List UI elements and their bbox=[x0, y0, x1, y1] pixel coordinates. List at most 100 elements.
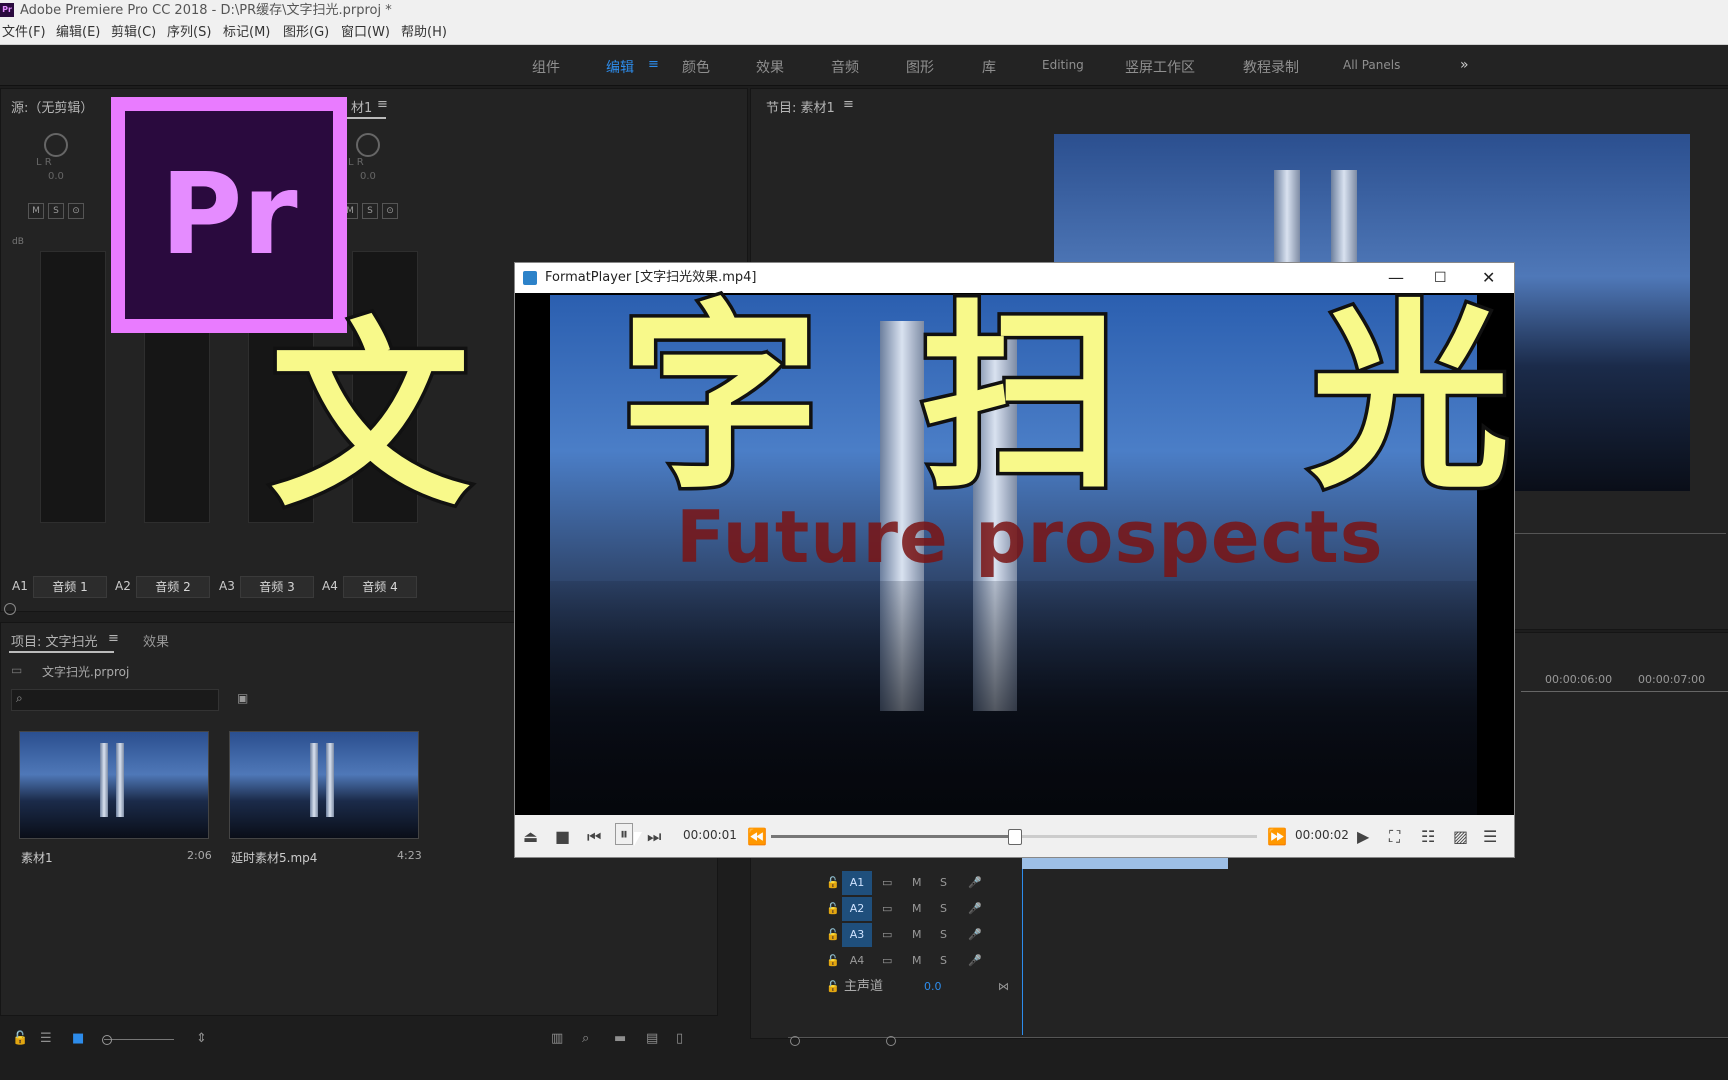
scroll-handle-left[interactable] bbox=[790, 1036, 800, 1046]
track-mute[interactable]: M bbox=[912, 871, 922, 895]
panel-menu-icon[interactable]: ≡ bbox=[108, 631, 119, 646]
timeline-scrollbar[interactable] bbox=[788, 1037, 1728, 1038]
panel-menu-icon[interactable]: ≡ bbox=[377, 97, 388, 112]
icon-view-icon[interactable]: ■ bbox=[72, 1031, 84, 1046]
sort-icon[interactable]: ⇕ bbox=[196, 1031, 207, 1046]
menu-marker[interactable]: 标记(M) bbox=[223, 22, 270, 44]
new-bin-icon[interactable]: ▣ bbox=[237, 691, 248, 705]
track-target-a4[interactable]: A4 bbox=[842, 949, 872, 973]
mic-icon[interactable]: 🎤 bbox=[968, 949, 982, 973]
program-panel-title[interactable]: 节目: 素材1 bbox=[766, 97, 835, 116]
workspace-tab-vertical[interactable]: 竖屏工作区 bbox=[1125, 57, 1195, 77]
record-button[interactable]: ⊙ bbox=[382, 203, 398, 219]
effects-tab[interactable]: 效果 bbox=[143, 631, 169, 650]
mic-icon[interactable]: 🎤 bbox=[968, 897, 982, 921]
track-output-icon[interactable]: ▭ bbox=[882, 871, 892, 895]
track-mute[interactable]: M bbox=[912, 897, 922, 921]
menu-graphics[interactable]: 图形(G) bbox=[283, 22, 329, 44]
lock-icon[interactable]: 🔓 bbox=[826, 902, 840, 915]
seek-handle[interactable] bbox=[1008, 829, 1022, 845]
menu-sequence[interactable]: 序列(S) bbox=[167, 22, 211, 44]
channel-name-3[interactable]: 音频 3 bbox=[240, 576, 314, 598]
channel-name-4[interactable]: 音频 4 bbox=[343, 576, 417, 598]
new-bin-icon[interactable]: ▬ bbox=[614, 1031, 626, 1046]
scroll-handle-right[interactable] bbox=[886, 1036, 896, 1046]
next-icon[interactable]: ⏭ bbox=[647, 827, 661, 847]
mute-button[interactable]: M bbox=[28, 203, 44, 219]
trash-icon[interactable]: ▯ bbox=[676, 1031, 683, 1046]
automate-icon[interactable]: ▥ bbox=[551, 1031, 563, 1046]
collapse-icon[interactable]: ⋈ bbox=[998, 975, 1009, 999]
video-clip-bar[interactable] bbox=[1022, 857, 1228, 869]
workspace-overflow-icon[interactable]: » bbox=[1460, 57, 1469, 73]
playlist-icon[interactable]: ☰ bbox=[1483, 827, 1497, 846]
workspace-tab-graphics[interactable]: 图形 bbox=[906, 57, 934, 77]
track-solo[interactable]: S bbox=[940, 949, 947, 973]
project-item-thumb-2[interactable] bbox=[229, 731, 419, 839]
screenshot-icon[interactable]: ▨ bbox=[1453, 827, 1468, 846]
track-output-icon[interactable]: ▭ bbox=[882, 949, 892, 973]
zoom-slider[interactable] bbox=[104, 1039, 174, 1040]
workspace-tab-effects[interactable]: 效果 bbox=[756, 57, 784, 77]
menu-help[interactable]: 帮助(H) bbox=[401, 22, 447, 44]
prev-icon[interactable]: ⏮ bbox=[587, 827, 601, 847]
track-solo[interactable]: S bbox=[940, 897, 947, 921]
stop-icon[interactable]: ■ bbox=[555, 827, 570, 846]
workspace-tab-tutorial[interactable]: 教程录制 bbox=[1243, 57, 1299, 77]
workspace-tab-edit[interactable]: 编辑 bbox=[606, 57, 634, 77]
channel-name-1[interactable]: 音频 1 bbox=[33, 576, 107, 598]
lock-project-icon[interactable]: 🔓 bbox=[12, 1031, 28, 1046]
list-view-icon[interactable]: ☰ bbox=[40, 1031, 52, 1046]
workspace-tab-components[interactable]: 组件 bbox=[532, 57, 560, 77]
track-target-a3[interactable]: A3 bbox=[842, 923, 872, 947]
lock-icon[interactable]: 🔓 bbox=[826, 876, 840, 889]
menu-clip[interactable]: 剪辑(C) bbox=[111, 22, 156, 44]
mic-icon[interactable]: 🎤 bbox=[968, 871, 982, 895]
solo-button[interactable]: S bbox=[362, 203, 378, 219]
play-icon[interactable]: ▶ bbox=[1357, 827, 1369, 846]
project-tab[interactable]: 项目: 文字扫光 bbox=[11, 631, 98, 650]
rewind-icon[interactable]: ⏪ bbox=[747, 827, 767, 846]
fullscreen-icon[interactable]: ⛶ bbox=[1389, 827, 1400, 847]
track-target-a2[interactable]: A2 bbox=[842, 897, 872, 921]
lock-icon[interactable]: 🔓 bbox=[826, 980, 840, 993]
menu-file[interactable]: 文件(F) bbox=[2, 22, 46, 44]
lock-icon[interactable]: 🔓 bbox=[826, 928, 840, 941]
mixer-scroll-handle[interactable] bbox=[4, 603, 16, 615]
track-output-icon[interactable]: ▭ bbox=[882, 923, 892, 947]
menu-edit[interactable]: 编辑(E) bbox=[56, 22, 100, 44]
lock-icon[interactable]: 🔓 bbox=[826, 954, 840, 967]
pan-knob[interactable] bbox=[356, 133, 380, 157]
channel-name-2[interactable]: 音频 2 bbox=[136, 576, 210, 598]
project-item-name-2[interactable]: 延时素材5.mp4 bbox=[231, 849, 317, 866]
panel-menu-icon[interactable]: ≡ bbox=[843, 97, 854, 112]
pan-knob[interactable] bbox=[44, 133, 68, 157]
mic-icon[interactable]: 🎤 bbox=[968, 923, 982, 947]
workspace-tab-audio[interactable]: 音频 bbox=[831, 57, 859, 77]
solo-button[interactable]: S bbox=[48, 203, 64, 219]
workspace-tab-libraries[interactable]: 库 bbox=[982, 57, 996, 77]
track-solo[interactable]: S bbox=[940, 871, 947, 895]
zoom-slider-handle[interactable] bbox=[102, 1035, 112, 1045]
menu-window[interactable]: 窗口(W) bbox=[341, 22, 390, 44]
workspace-tab-all-panels[interactable]: All Panels bbox=[1343, 58, 1400, 72]
source-panel-title[interactable]: 源:（无剪辑） bbox=[11, 97, 93, 116]
record-button[interactable]: ⊙ bbox=[68, 203, 84, 219]
project-item-thumb-1[interactable] bbox=[19, 731, 209, 839]
settings-icon[interactable]: ☷ bbox=[1421, 827, 1435, 846]
track-output-icon[interactable]: ▭ bbox=[882, 897, 892, 921]
eject-icon[interactable]: ⏏ bbox=[523, 827, 538, 846]
new-item-icon[interactable]: ▤ bbox=[646, 1031, 658, 1046]
find-icon[interactable]: ⌕ bbox=[582, 1031, 589, 1046]
master-track-value[interactable]: 0.0 bbox=[924, 975, 942, 999]
track-solo[interactable]: S bbox=[940, 923, 947, 947]
pause-icon[interactable]: ⏸ bbox=[615, 823, 634, 845]
track-target-a1[interactable]: A1 bbox=[842, 871, 872, 895]
track-mute[interactable]: M bbox=[912, 949, 922, 973]
project-item-name-1[interactable]: 素材1 bbox=[21, 849, 53, 866]
project-search-input[interactable]: ⌕ bbox=[11, 689, 219, 711]
workspace-tab-color[interactable]: 颜色 bbox=[682, 57, 710, 77]
audio-mixer-tab[interactable]: 材1 bbox=[351, 97, 372, 116]
workspace-tab-editing[interactable]: Editing bbox=[1042, 58, 1084, 72]
fast-forward-icon[interactable]: ⏩ bbox=[1267, 827, 1287, 846]
